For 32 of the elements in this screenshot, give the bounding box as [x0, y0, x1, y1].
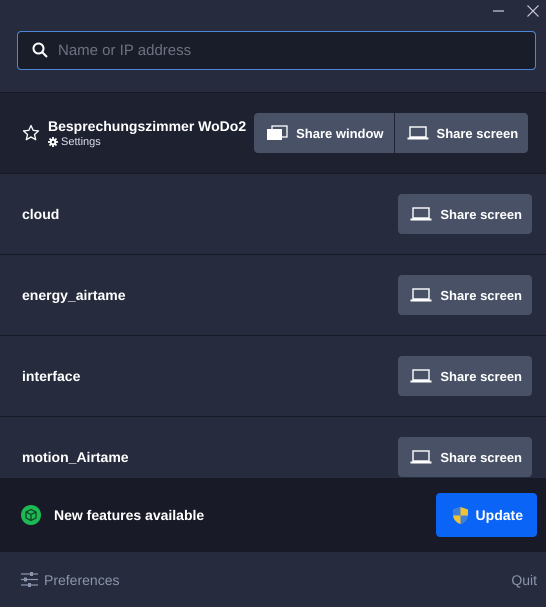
quit-link[interactable]: Quit — [511, 572, 537, 588]
sliders-icon — [21, 572, 38, 587]
close-icon[interactable] — [526, 4, 540, 18]
search-field[interactable]: Name or IP address — [17, 31, 536, 70]
laptop-icon — [410, 206, 432, 222]
device-name: Besprechungszimmer WoDo2 — [48, 118, 246, 134]
laptop-icon — [406, 125, 429, 141]
device-name: motion_Airtame — [22, 449, 130, 465]
device-name: interface — [22, 368, 82, 384]
package-icon — [21, 505, 41, 525]
device-name: cloud — [22, 206, 60, 222]
share-button[interactable]: Share screen — [398, 194, 532, 234]
windows-icon — [266, 125, 288, 141]
laptop-icon — [410, 287, 432, 303]
laptop-icon — [410, 449, 432, 465]
update-button[interactable]: Update — [436, 493, 537, 537]
banner-text: New features available — [54, 507, 206, 523]
share-button[interactable]: Share screen — [398, 356, 532, 396]
preferences-link[interactable]: Preferences — [21, 572, 120, 588]
search-icon — [32, 42, 48, 58]
gear-icon — [48, 137, 58, 147]
share-button[interactable]: Share screen — [398, 437, 532, 477]
laptop-icon — [410, 368, 432, 384]
device-name: energy_airtame — [22, 287, 127, 303]
shield-icon — [452, 506, 469, 524]
device-row[interactable]: motion_Airtame Share screen — [0, 416, 546, 478]
settings-link[interactable]: Settings — [48, 136, 101, 148]
star-icon[interactable] — [22, 124, 40, 142]
share-button[interactable]: Share window — [254, 113, 394, 153]
share-button[interactable]: Share screen — [394, 113, 528, 153]
device-row[interactable]: Besprechungszimmer WoDo2 Settings Share window Share screen — [0, 92, 546, 173]
share-button[interactable]: Share screen — [398, 275, 532, 315]
